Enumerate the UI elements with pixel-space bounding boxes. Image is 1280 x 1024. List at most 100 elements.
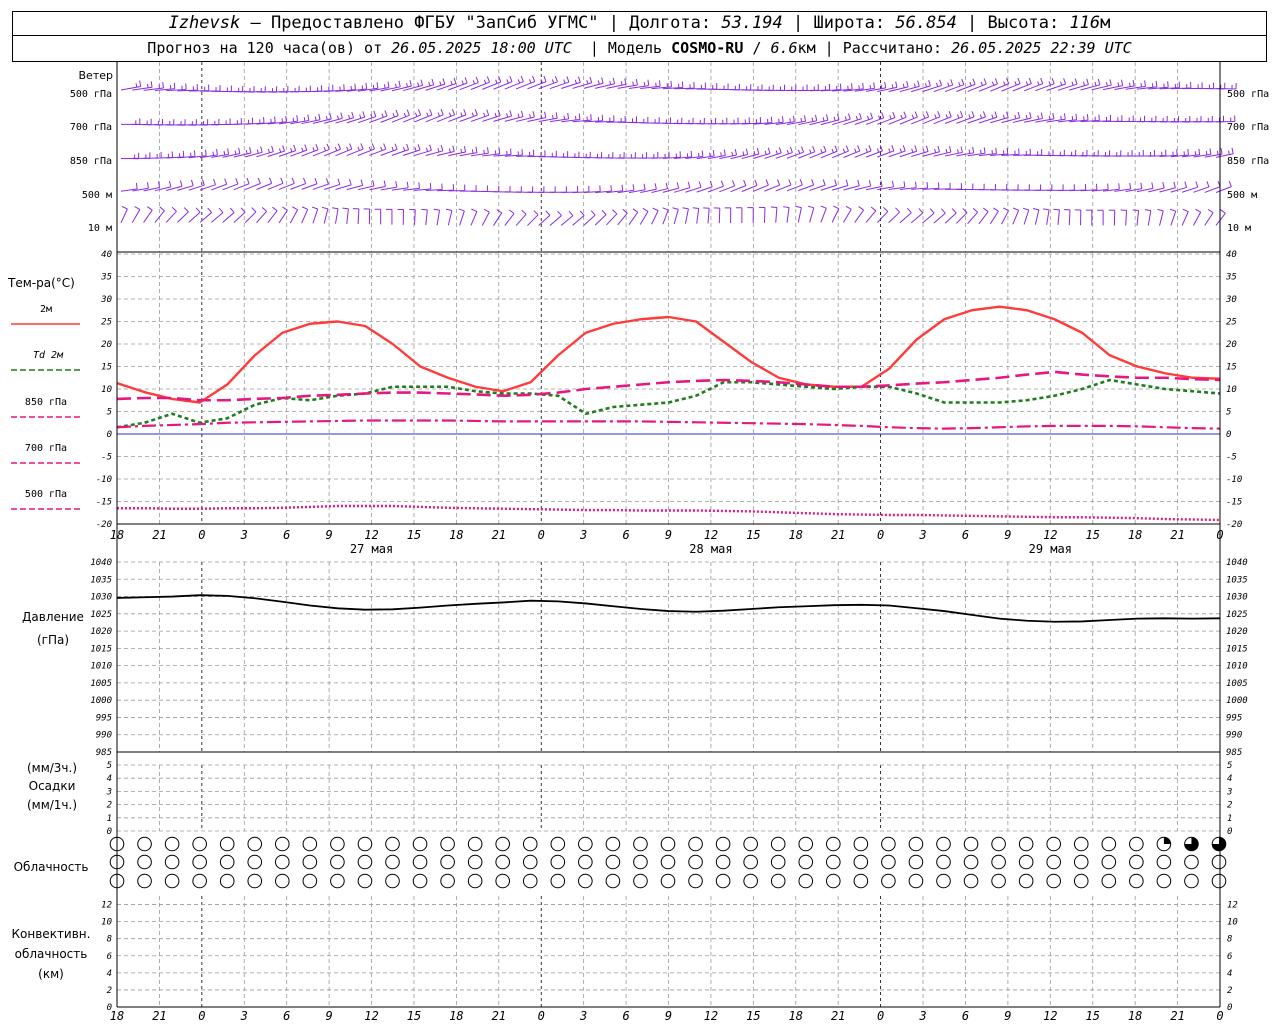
wind-barb-feather (312, 147, 315, 152)
wind-level-label-right: 500 м (1227, 190, 1257, 201)
pres-ytick-right: 1015 (1226, 644, 1248, 654)
wind-barb-shaft (256, 211, 267, 224)
wind-barb-feather (1167, 81, 1169, 88)
wind-barb-shaft (933, 212, 946, 224)
wind-barb-feather (395, 181, 398, 188)
cloud-circle (192, 854, 207, 870)
wind-barb (786, 146, 805, 159)
wind-barb (854, 180, 872, 191)
wind-barb-feather (159, 206, 165, 212)
wind-barb-feather (442, 78, 446, 85)
conv-unit: (км) (38, 967, 64, 981)
wind-barb-shaft (899, 85, 920, 93)
wind-barb (1069, 183, 1087, 192)
wind-barb-feather (517, 79, 521, 84)
cloud-symbol (963, 854, 979, 870)
wind-barb-feather (1205, 150, 1208, 156)
cloud-circle (495, 836, 511, 852)
wind-barb (380, 181, 398, 191)
wind-barb (311, 206, 319, 224)
wind-barb-feather (845, 205, 852, 210)
pres-ytick-left: 995 (96, 713, 112, 723)
cloud-circle (275, 854, 290, 870)
temp-ytick-right: 35 (1225, 273, 1237, 283)
cloud-symbol (164, 873, 180, 889)
cloud-circle (1184, 873, 1199, 889)
wind-barb-feather (368, 146, 372, 151)
cloud-circle (522, 854, 538, 870)
mid-hour-label: 21 (831, 528, 845, 542)
wind-barb-feather (213, 178, 216, 185)
wind-barb-feather (586, 79, 589, 85)
wind-barb-feather (848, 113, 851, 120)
cloud-symbol (247, 873, 263, 889)
wind-barb-feather (460, 148, 463, 153)
wind-barb (448, 146, 467, 157)
wind-barb-feather (811, 117, 814, 122)
cloud-symbol (495, 836, 511, 852)
wind-barb (719, 83, 740, 91)
cloud-circle (330, 873, 345, 889)
wind-barb (425, 144, 444, 156)
prec-ytick-left: 2 (107, 801, 112, 811)
cloud-symbol (826, 873, 841, 889)
pres-title: Давление (22, 610, 84, 624)
wind-barb (233, 207, 246, 223)
wind-barb-shaft (944, 84, 965, 93)
wind-barb-feather (325, 178, 329, 185)
wind-barb-feather (1029, 112, 1032, 119)
mid-hour-label: 6 (622, 528, 629, 542)
wind-barb-feather (383, 84, 386, 89)
wind-barb-feather (1060, 115, 1062, 120)
bottom-hour-label: 21 (831, 1009, 845, 1023)
cloud-circle (1129, 873, 1144, 889)
wind-barb (131, 206, 141, 223)
wind-barb-feather (238, 147, 241, 154)
mid-hour-label: 0 (198, 528, 205, 542)
cloud-symbol (1156, 836, 1172, 852)
wind-barb (363, 208, 371, 225)
wind-barb-shaft (978, 83, 998, 92)
wind-barb-feather (271, 145, 274, 152)
cloud-symbol (743, 854, 758, 870)
wind-barb-feather (858, 206, 864, 211)
wind-barb-feather (915, 181, 917, 188)
wind-barb-feather (471, 208, 478, 212)
pres-ytick-left: 990 (96, 731, 112, 741)
cloud-symbol (936, 854, 951, 870)
pres-ytick-right: 1040 (1226, 558, 1248, 568)
wind-barb-shaft (210, 212, 224, 223)
wind-barb-feather (315, 143, 319, 150)
wind-barb-feather (914, 145, 918, 152)
wind-barb-feather (307, 114, 310, 121)
wind-barb-feather (891, 145, 895, 152)
wind-barb-shaft (865, 210, 877, 223)
wind-barb-feather (934, 114, 937, 119)
wind-barb (956, 146, 975, 157)
wind-barb-shaft (797, 207, 802, 223)
wind-barb (493, 209, 503, 226)
cloud-circle (440, 854, 455, 870)
wind-barb-feather (902, 83, 905, 88)
temp-ytick-left: 20 (101, 340, 112, 350)
cloud-symbol (1073, 854, 1089, 870)
wind-level-label-right: 10 м (1227, 223, 1251, 234)
wind-barb-feather (268, 177, 273, 184)
bottom-hour-label: 15 (1086, 1009, 1100, 1023)
cloud-symbol (715, 873, 731, 889)
temp-ytick-left: 15 (101, 363, 112, 373)
wind-barb-feather (1173, 181, 1176, 188)
wind-barb-feather (373, 110, 377, 117)
wind-barb-feather (371, 143, 375, 150)
cloud-circle (412, 854, 428, 870)
wind-barb (854, 145, 872, 158)
cloud-circle (798, 854, 814, 870)
wind-barb (256, 207, 267, 224)
wind-barb-feather (869, 84, 872, 90)
wind-barb (832, 179, 849, 191)
cloud-symbol (1073, 836, 1089, 852)
prec-title: Осадки (29, 779, 76, 793)
conv-ytick-left: 12 (101, 901, 112, 911)
wind-barb-feather (1121, 79, 1124, 86)
wind-barb-shaft (718, 208, 721, 224)
